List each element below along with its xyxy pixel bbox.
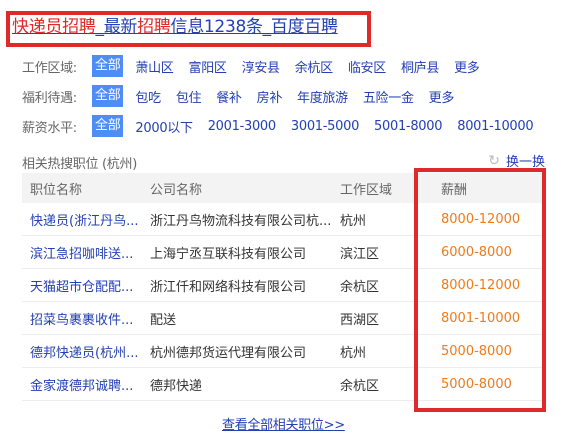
filter-benefit-option[interactable]: 包住 <box>176 87 202 106</box>
filter-area-option[interactable]: 富阳区 <box>189 57 227 76</box>
salary: 8000-12000 <box>441 211 521 227</box>
filter-salary-option[interactable]: 5001-8000 <box>374 119 442 134</box>
jobs-table: 职位名称 公司名称 工作区域 薪酬 快递员(浙江丹鸟... 浙江丹鸟物流科技有限… <box>22 173 546 401</box>
filter-benefit-all[interactable]: 全部 <box>92 85 124 107</box>
company-name: 德邦快递 <box>150 378 203 394</box>
header-area: 工作区域 <box>340 182 393 198</box>
filter-area-option[interactable]: 淳安县 <box>242 57 280 76</box>
job-title-link[interactable]: 招菜鸟裹裹收件... <box>22 309 150 328</box>
salary: 5000-8000 <box>441 343 512 359</box>
filter-benefit-more[interactable]: 更多 <box>429 87 455 106</box>
filter-salary-option[interactable]: 2001-3000 <box>208 119 276 134</box>
filter-area-option[interactable]: 桐庐县 <box>401 57 439 76</box>
title-keyword: 快递员招聘 <box>12 17 96 37</box>
header-company: 公司名称 <box>150 182 203 198</box>
title-keyword-2: 招聘 <box>137 17 171 37</box>
title-text-b: 信息1238条_百度百聘 <box>170 17 338 37</box>
job-title-link[interactable]: 滨江急招咖啡送... <box>22 243 150 262</box>
filter-benefit-option[interactable]: 年度旅游 <box>297 87 348 106</box>
filter-benefit-option[interactable]: 餐补 <box>216 87 242 106</box>
filter-area-option[interactable]: 余杭区 <box>295 57 333 76</box>
header-salary: 薪酬 <box>441 182 468 198</box>
job-title-link[interactable]: 天猫超市仓配配... <box>22 276 150 295</box>
table-row[interactable]: 滨江急招咖啡送... 上海宁丞互联科技有限公司 滨江区 6000-8000 <box>22 236 546 269</box>
filter-area-option[interactable]: 临安区 <box>348 57 386 76</box>
view-all-jobs-link[interactable]: 查看全部相关职位>> <box>222 414 345 433</box>
filter-row-benefits: 福利待遇: 全部 包吃 包住 餐补 房补 年度旅游 五险一金 更多 <box>22 85 469 107</box>
filter-benefit-option[interactable]: 包吃 <box>135 87 161 106</box>
job-title-link[interactable]: 金家渡德邦诚聘... <box>22 375 150 394</box>
title-text-a: _最新 <box>95 17 138 37</box>
salary: 8001-10000 <box>441 310 521 326</box>
salary: 8000-12000 <box>441 277 521 293</box>
job-title-link[interactable]: 德邦快递员(杭州... <box>22 342 150 361</box>
table-header: 职位名称 公司名称 工作区域 薪酬 <box>22 173 546 203</box>
work-area: 余杭区 <box>340 279 380 295</box>
filter-salary-all[interactable]: 全部 <box>92 115 124 137</box>
table-row[interactable]: 招菜鸟裹裹收件... 配送 西湖区 8001-10000 <box>22 302 546 335</box>
filter-label: 福利待遇: <box>22 90 77 106</box>
filter-label: 薪资水平: <box>22 120 77 136</box>
company-name: 浙江丹鸟物流科技有限公司杭... <box>150 213 332 229</box>
filter-area-all[interactable]: 全部 <box>92 55 124 77</box>
page-title-link[interactable]: 快递员招聘_最新招聘信息1238条_百度百聘 <box>12 16 338 38</box>
filter-salary-option[interactable]: 8001-10000 <box>457 119 533 134</box>
filter-row-salary: 薪资水平: 全部 2000以下 2001-3000 3001-5000 5001… <box>22 115 548 137</box>
table-row[interactable]: 天猫超市仓配配... 浙江仟和网络科技有限公司 余杭区 8000-12000 <box>22 269 546 302</box>
hot-jobs-label: 相关热搜职位 (杭州) <box>22 157 137 172</box>
header-job-title: 职位名称 <box>30 182 83 198</box>
filter-area-more[interactable]: 更多 <box>454 57 480 76</box>
work-area: 杭州 <box>340 213 367 229</box>
work-area: 余杭区 <box>340 378 380 394</box>
filter-salary-option[interactable]: 2000以下 <box>135 117 193 136</box>
filter-salary-option[interactable]: 3001-5000 <box>291 119 359 134</box>
salary: 6000-8000 <box>441 244 512 260</box>
refresh-label: 换一换 <box>505 155 545 170</box>
company-name: 杭州德邦货运代理有限公司 <box>150 345 307 361</box>
refresh-icon: ↻ <box>488 152 500 169</box>
filter-label: 工作区域: <box>22 60 77 76</box>
table-row[interactable]: 快递员(浙江丹鸟... 浙江丹鸟物流科技有限公司杭... 杭州 8000-120… <box>22 203 546 236</box>
filter-benefit-option[interactable]: 五险一金 <box>363 87 414 106</box>
filter-row-area: 工作区域: 全部 萧山区 富阳区 淳安县 余杭区 临安区 桐庐县 更多 <box>22 55 494 77</box>
company-name: 浙江仟和网络科技有限公司 <box>150 279 307 295</box>
refresh-button[interactable]: ↻ 换一换 <box>488 151 545 171</box>
company-name: 上海宁丞互联科技有限公司 <box>150 246 307 262</box>
work-area: 西湖区 <box>340 312 380 328</box>
table-row[interactable]: 金家渡德邦诚聘... 德邦快递 余杭区 5000-8000 <box>22 368 546 401</box>
company-name: 配送 <box>150 312 177 328</box>
filter-benefit-option[interactable]: 房补 <box>257 87 283 106</box>
salary: 5000-8000 <box>441 376 512 392</box>
table-row[interactable]: 德邦快递员(杭州... 杭州德邦货运代理有限公司 杭州 5000-8000 <box>22 335 546 368</box>
work-area: 滨江区 <box>340 246 380 262</box>
work-area: 杭州 <box>340 345 367 361</box>
job-title-link[interactable]: 快递员(浙江丹鸟... <box>22 210 150 229</box>
filter-area-option[interactable]: 萧山区 <box>135 57 173 76</box>
